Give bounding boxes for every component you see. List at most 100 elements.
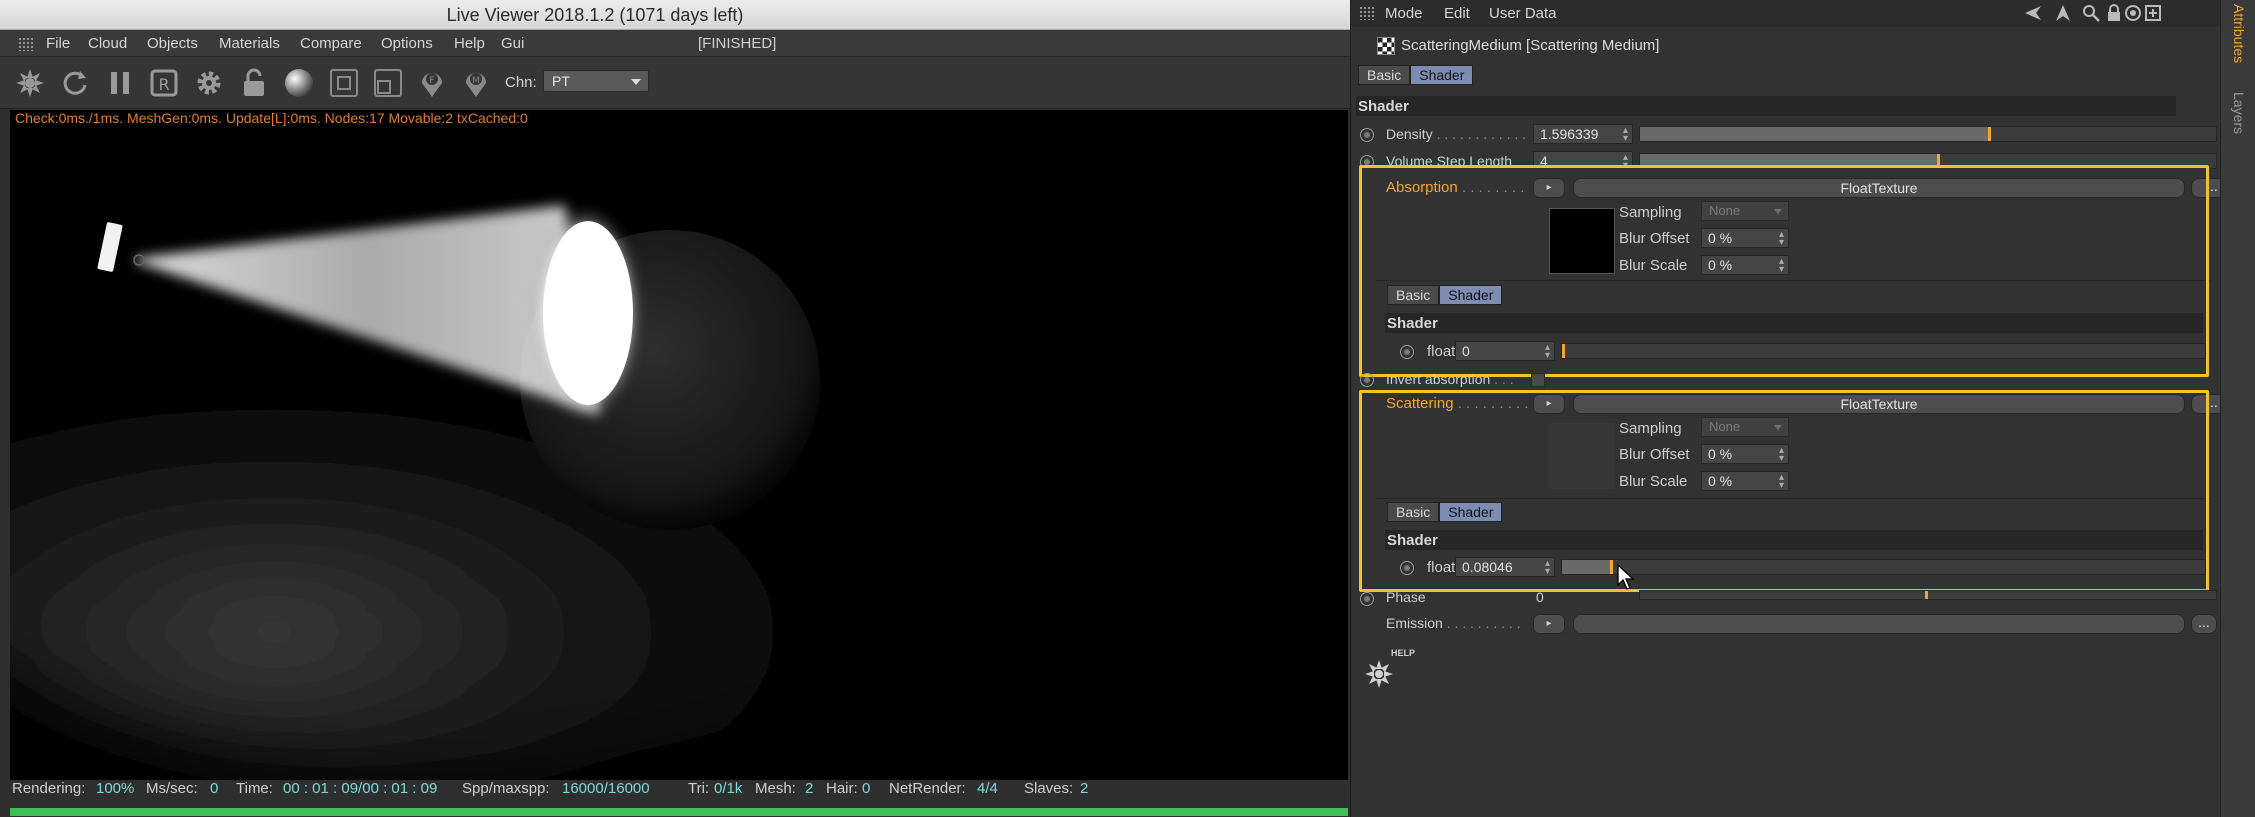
window-title: Live Viewer 2018.1.2 (1071 days left) bbox=[446, 5, 744, 25]
refresh-icon[interactable] bbox=[57, 65, 93, 101]
spp-value: 16000/16000 bbox=[562, 780, 650, 797]
render-progress-fill bbox=[10, 808, 1348, 816]
tri-value: 0/1k bbox=[714, 780, 743, 797]
render-state: [FINISHED] bbox=[698, 35, 777, 52]
channel-select[interactable]: PT bbox=[543, 70, 649, 92]
time-label: Time: bbox=[236, 780, 273, 797]
viewer-toolbar: R F M Chn: PT bbox=[0, 57, 1350, 109]
emission-label: Emission . . . . . . . . . . bbox=[1386, 615, 1521, 631]
render-stats: Check:0ms./1ms. MeshGen:0ms. Update[L]:0… bbox=[15, 110, 528, 126]
phase-slider[interactable] bbox=[1639, 590, 2217, 600]
side-tab-attributes[interactable]: Attributes bbox=[2231, 4, 2247, 63]
grip-icon[interactable] bbox=[18, 37, 34, 51]
lock-icon[interactable] bbox=[2104, 3, 2124, 23]
tab-shader[interactable]: Shader bbox=[1410, 65, 1474, 85]
group-shader: Shader bbox=[1356, 96, 2176, 116]
lock-icon[interactable] bbox=[236, 65, 272, 101]
tab-basic[interactable]: Basic bbox=[1358, 65, 1411, 85]
hair-value: 0 bbox=[862, 780, 871, 797]
rendering-label: Rendering: bbox=[12, 780, 86, 797]
menu-cloud[interactable]: Cloud bbox=[88, 35, 127, 52]
checker-icon bbox=[1377, 37, 1395, 55]
octane-icon[interactable] bbox=[12, 65, 48, 101]
density-label: Density . . . . . . . . . . . . bbox=[1386, 126, 1527, 142]
invert-absorption-label: Invert absorption . . . bbox=[1386, 371, 1514, 387]
material-ball-icon[interactable] bbox=[281, 65, 317, 101]
animate-radio[interactable] bbox=[1360, 592, 1374, 606]
density-slider[interactable] bbox=[1639, 126, 2217, 142]
density-row: Density . . . . . . . . . . . . 1.596339… bbox=[1351, 124, 2221, 146]
menu-compare[interactable]: Compare bbox=[300, 35, 362, 52]
render-image bbox=[10, 110, 1348, 780]
svg-text:R: R bbox=[158, 75, 169, 94]
mssec-label: Ms/sec: bbox=[146, 780, 198, 797]
mssec-value: 0 bbox=[210, 780, 219, 797]
invert-absorption-checkbox[interactable] bbox=[1531, 373, 1545, 387]
settings-icon[interactable] bbox=[191, 65, 227, 101]
emission-row: Emission . . . . . . . . . . ▸ ... bbox=[1351, 613, 2221, 635]
render-progress-bar bbox=[10, 808, 1348, 816]
scattering-highlight bbox=[1359, 390, 2209, 592]
menu-gui[interactable]: Gui bbox=[501, 35, 524, 52]
region-icon[interactable]: R bbox=[146, 65, 182, 101]
phase-slider-fill bbox=[1640, 591, 1928, 599]
menu-materials[interactable]: Materials bbox=[219, 35, 280, 52]
density-field[interactable]: 1.596339 ▴ ▾ bbox=[1533, 124, 1633, 144]
netrender-label: NetRender: bbox=[889, 780, 966, 797]
viewer-titlebar[interactable]: Live Viewer 2018.1.2 (1071 days left) bbox=[0, 0, 1350, 30]
attribute-tabs: Basic Shader bbox=[1358, 65, 1474, 85]
pause-icon[interactable] bbox=[102, 65, 138, 101]
phase-value: 0 bbox=[1536, 589, 1544, 605]
help-label: HELP bbox=[1391, 648, 1416, 658]
mesh-value: 2 bbox=[805, 780, 814, 797]
viewer-menubar: File Cloud Objects Materials Compare Opt… bbox=[0, 30, 1350, 57]
menu-mode[interactable]: Mode bbox=[1385, 5, 1423, 22]
spp-label: Spp/maxspp: bbox=[462, 780, 550, 797]
menu-user-data[interactable]: User Data bbox=[1489, 5, 1557, 22]
animate-radio[interactable] bbox=[1360, 128, 1374, 142]
grip-icon[interactable] bbox=[1359, 6, 1375, 20]
slaves-label: Slaves: bbox=[1024, 780, 1074, 797]
side-tabs: Attributes Layers bbox=[2220, 0, 2255, 817]
new-panel-icon[interactable] bbox=[2143, 3, 2163, 23]
search-icon[interactable] bbox=[2081, 3, 2101, 23]
menu-file[interactable]: File bbox=[46, 35, 70, 52]
slaves-value: 2 bbox=[1080, 780, 1089, 797]
tri-label: Tri: bbox=[688, 780, 710, 797]
phase-row: Phase 0 bbox=[1351, 589, 2221, 611]
region-zoom-icon[interactable] bbox=[370, 65, 406, 101]
side-tab-layers[interactable]: Layers bbox=[2231, 92, 2247, 134]
menu-objects[interactable]: Objects bbox=[147, 35, 198, 52]
channel-label: Chn: bbox=[505, 74, 537, 91]
phase-label: Phase bbox=[1386, 589, 1426, 605]
pin-m-icon[interactable]: M bbox=[458, 65, 494, 101]
menu-edit[interactable]: Edit bbox=[1444, 5, 1470, 22]
object-name: ScatteringMedium [Scattering Medium] bbox=[1401, 37, 1660, 54]
menu-options[interactable]: Options bbox=[381, 35, 433, 52]
hair-label: Hair: bbox=[826, 780, 858, 797]
mesh-label: Mesh: bbox=[755, 780, 796, 797]
emission-texture-button[interactable] bbox=[1573, 614, 2185, 634]
svg-text:F: F bbox=[429, 76, 434, 86]
viewer-statusbar: Rendering: 100% Ms/sec: 0 Time: 00 : 01 … bbox=[0, 780, 1350, 808]
target-icon[interactable] bbox=[2123, 3, 2143, 23]
mouse-cursor-icon bbox=[1617, 563, 1635, 590]
menu-help[interactable]: Help bbox=[454, 35, 485, 52]
animate-radio[interactable] bbox=[1360, 373, 1374, 387]
focus-icon[interactable] bbox=[326, 65, 362, 101]
emission-link-button[interactable]: ▸ bbox=[1533, 614, 1565, 634]
attributes-menubar: Mode Edit User Data bbox=[1351, 0, 2221, 27]
attributes-panel: Mode Edit User Data ScatteringMedium [Sc… bbox=[1350, 0, 2233, 817]
chevron-down-icon bbox=[631, 79, 641, 85]
help-button[interactable]: HELP bbox=[1363, 646, 1416, 696]
emission-more-button[interactable]: ... bbox=[2191, 614, 2217, 634]
time-value: 00 : 01 : 09/00 : 01 : 09 bbox=[283, 780, 438, 797]
arrow-back-icon[interactable] bbox=[2023, 3, 2043, 23]
density-slider-fill bbox=[1640, 127, 1992, 141]
render-view[interactable]: Check:0ms./1ms. MeshGen:0ms. Update[L]:0… bbox=[10, 110, 1348, 780]
absorption-highlight bbox=[1359, 165, 2209, 377]
live-viewer-window: Live Viewer 2018.1.2 (1071 days left) Fi… bbox=[0, 0, 1350, 817]
cursor-up-icon[interactable] bbox=[2053, 3, 2073, 23]
svg-text:M: M bbox=[472, 76, 480, 86]
pin-f-icon[interactable]: F bbox=[414, 65, 450, 101]
